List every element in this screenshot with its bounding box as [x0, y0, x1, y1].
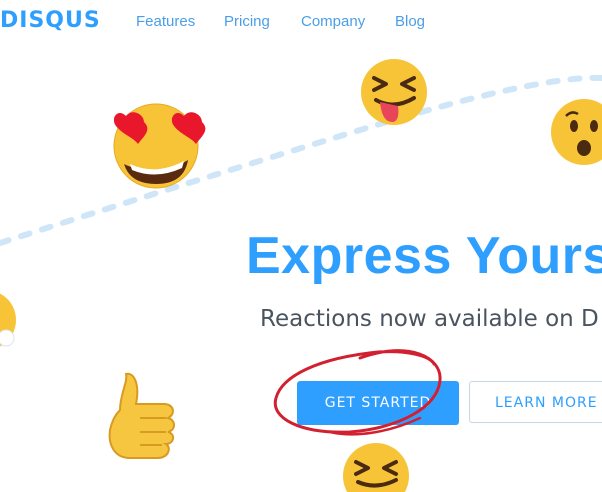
squinting-tongue-emoji-bottom-icon: [343, 443, 409, 492]
hero-subtitle: Reactions now available on D: [260, 306, 599, 332]
squinting-tongue-emoji-icon: [361, 59, 427, 125]
hero-title: Express Yours: [246, 227, 602, 285]
thumbs-up-emoji-icon: [108, 372, 175, 459]
surprised-emoji-icon: [551, 99, 602, 165]
get-started-button[interactable]: GET STARTED: [297, 381, 459, 425]
heart-eyes-emoji-icon: [113, 103, 206, 189]
learn-more-button[interactable]: LEARN MORE: [469, 381, 602, 423]
partial-emoji-icon: [0, 293, 16, 347]
